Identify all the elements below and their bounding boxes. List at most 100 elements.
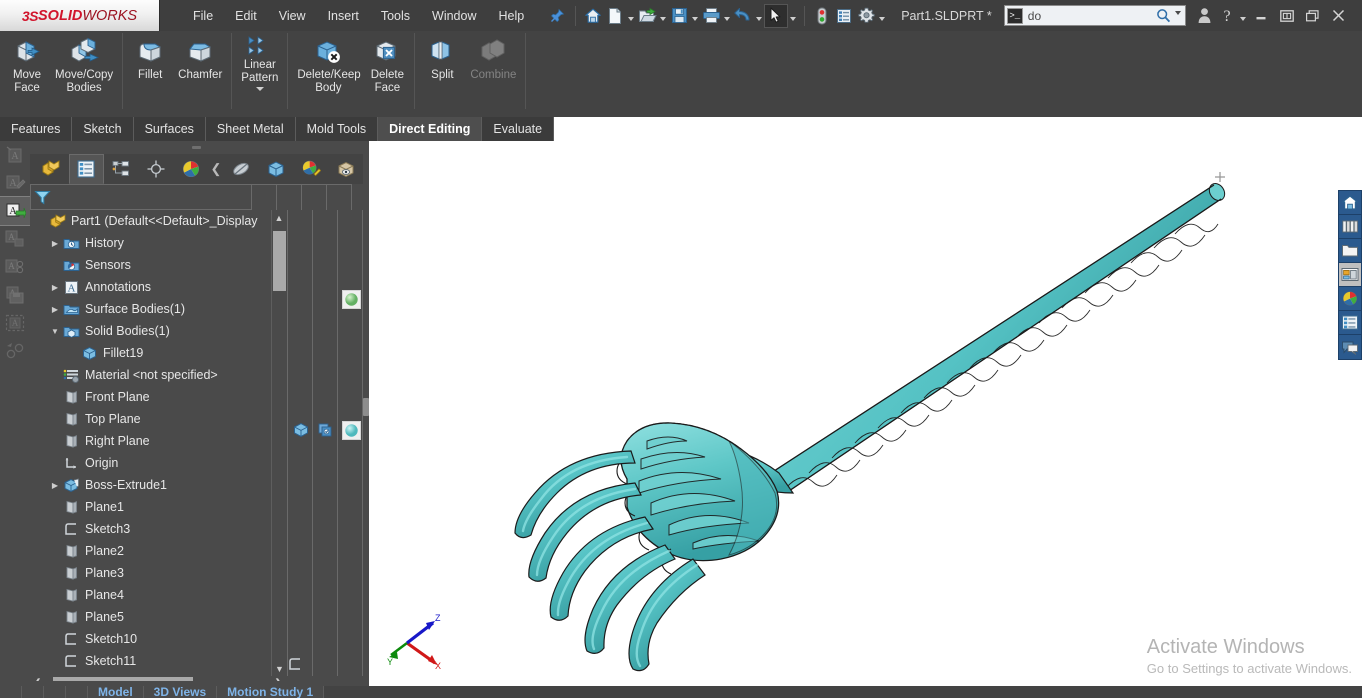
bottom-tab-3d-views[interactable]: 3D Views [143,686,218,698]
tab-direct-editing[interactable]: Direct Editing [378,117,483,141]
print-button[interactable] [700,4,722,28]
sidebar-item-annotate-5[interactable]: A [0,253,30,281]
sidebar-item-annotate-7[interactable]: A [0,309,30,337]
menu-file[interactable]: File [182,5,224,27]
menu-window[interactable]: Window [421,5,487,27]
menu-view[interactable]: View [268,5,317,27]
task-pane-appearances[interactable] [1339,287,1361,311]
settings-caret-icon[interactable] [877,4,887,28]
sidebar-item-annotate-3[interactable]: A [0,196,31,226]
tree-item-sensors[interactable]: Sensors [30,254,271,276]
tree-item-surface-bodies[interactable]: ▶ Surface Bodies(1) [30,298,271,320]
select-button[interactable] [764,3,789,28]
tab-view-mode[interactable] [259,154,294,184]
filter-input[interactable] [30,184,252,210]
task-pane-custom-properties[interactable] [1339,311,1361,335]
sidebar-item-annotate-6[interactable]: A [0,281,30,309]
bottom-nav-next[interactable] [44,686,66,698]
delete-face-button[interactable]: Delete Face [364,31,410,107]
linear-pattern-button[interactable]: Linear Pattern [236,31,283,116]
appearance-sphere-cyan[interactable] [340,419,362,441]
cad-model-twisted-fork[interactable] [369,141,1362,686]
sidebar-item-annotate-4[interactable]: A [0,225,30,253]
menu-edit[interactable]: Edit [224,5,268,27]
tree-item-front-plane[interactable]: Front Plane [30,386,271,408]
help-caret-icon[interactable] [1238,4,1248,28]
move-copy-bodies-button[interactable]: Move/Copy Bodies [50,31,118,107]
new-document-button[interactable] [604,4,626,28]
minimize-icon[interactable] [1248,4,1274,28]
fillet-button[interactable]: Fillet [127,31,173,107]
tab-display-manager[interactable] [173,154,208,184]
split-button[interactable]: Split [419,31,465,107]
bottom-tab-motion-study[interactable]: Motion Study 1 [217,686,325,698]
tab-mold-tools[interactable]: Mold Tools [295,117,379,141]
tab-package-view[interactable] [328,154,363,184]
tree-item-plane5[interactable]: Plane5 [30,606,271,628]
undo-caret-icon[interactable] [754,4,764,28]
scroll-down-arrow-icon[interactable]: ▼ [272,661,287,676]
bottom-nav-prev[interactable] [22,686,44,698]
search-input[interactable]: >_ do [1003,5,1186,26]
tree-item-history[interactable]: ▶ History [30,232,271,254]
tab-surfaces[interactable]: Surfaces [133,117,206,141]
tab-features[interactable]: Features [0,117,73,141]
rebuild-button[interactable] [811,4,833,28]
tree-item-material[interactable]: Material <not specified> [30,364,271,386]
expand-arrow-icon[interactable]: ▶ [48,239,62,248]
expand-arrow-icon[interactable]: ▶ [48,305,62,314]
tree-item-right-plane[interactable]: Right Plane [30,430,271,452]
search-caret-icon[interactable] [1173,10,1183,21]
bottom-tab-model[interactable]: Model [88,686,144,698]
linear-pattern-caret-icon[interactable] [255,87,264,91]
pin-icon[interactable] [545,4,569,28]
save-button[interactable] [668,4,690,28]
tab-property-manager[interactable] [68,154,104,184]
display-state-icon[interactable] [315,419,337,441]
tree-item-sketch3[interactable]: Sketch3 [30,518,271,540]
cascade-window-icon[interactable] [1300,4,1326,28]
tree-item-boss-extrude1[interactable]: ▶ Boss-Extrude1 [30,474,271,496]
tree-item-sketch10[interactable]: Sketch10 [30,628,271,650]
open-button[interactable] [636,4,658,28]
sidebar-item-annotate-1[interactable]: A [0,141,30,169]
tree-item-origin[interactable]: Origin [30,452,271,474]
tab-hide-show[interactable] [224,154,259,184]
collapse-arrow-icon[interactable]: ▼ [48,327,62,336]
question-mark-icon[interactable]: ? [1216,4,1238,28]
tab-feature-manager[interactable] [34,154,69,184]
close-icon[interactable] [1326,4,1352,28]
select-caret-icon[interactable] [788,4,798,28]
menu-help[interactable]: Help [488,5,536,27]
expand-arrow-icon[interactable]: ▶ [48,481,62,490]
delete-keep-body-button[interactable]: Delete/Keep Body [292,31,364,107]
bottom-nav-first[interactable] [0,686,22,698]
tab-sketch[interactable]: Sketch [72,117,134,141]
tree-item-fillet19[interactable]: Fillet19 [30,342,271,364]
graphics-viewport[interactable]: X Y Z Activate Windows Go to Settings to… [369,141,1362,686]
scroll-up-arrow-icon[interactable]: ▲ [272,210,286,225]
restore-icon[interactable] [1274,4,1300,28]
chevron-left-icon[interactable]: ❮ [208,154,224,184]
new-document-caret-icon[interactable] [626,4,636,28]
task-pane-forum[interactable] [1339,335,1361,359]
home-button[interactable] [582,4,604,28]
task-pane-resources[interactable] [1339,191,1361,215]
sidebar-item-annotate-2[interactable]: A [0,169,30,197]
user-account-icon[interactable] [1194,4,1216,28]
options-list-button[interactable] [833,4,855,28]
tab-sheet-metal[interactable]: Sheet Metal [205,117,296,141]
tab-dimxpert-manager[interactable] [138,154,173,184]
solid-body-display-icon[interactable] [290,419,312,441]
task-pane-file-explorer[interactable] [1339,239,1361,263]
sidebar-item-annotate-8[interactable] [0,337,30,365]
combine-button[interactable]: Combine [465,31,521,107]
menu-insert[interactable]: Insert [317,5,370,27]
tree-item-plane2[interactable]: Plane2 [30,540,271,562]
chamfer-button[interactable]: Chamfer [173,31,227,107]
task-pane-design-library[interactable] [1339,215,1361,239]
magnifier-icon[interactable] [1155,8,1173,23]
tree-item-plane1[interactable]: Plane1 [30,496,271,518]
move-face-button[interactable]: Move Face [4,31,50,107]
tree-item-top-plane[interactable]: Top Plane [30,408,271,430]
